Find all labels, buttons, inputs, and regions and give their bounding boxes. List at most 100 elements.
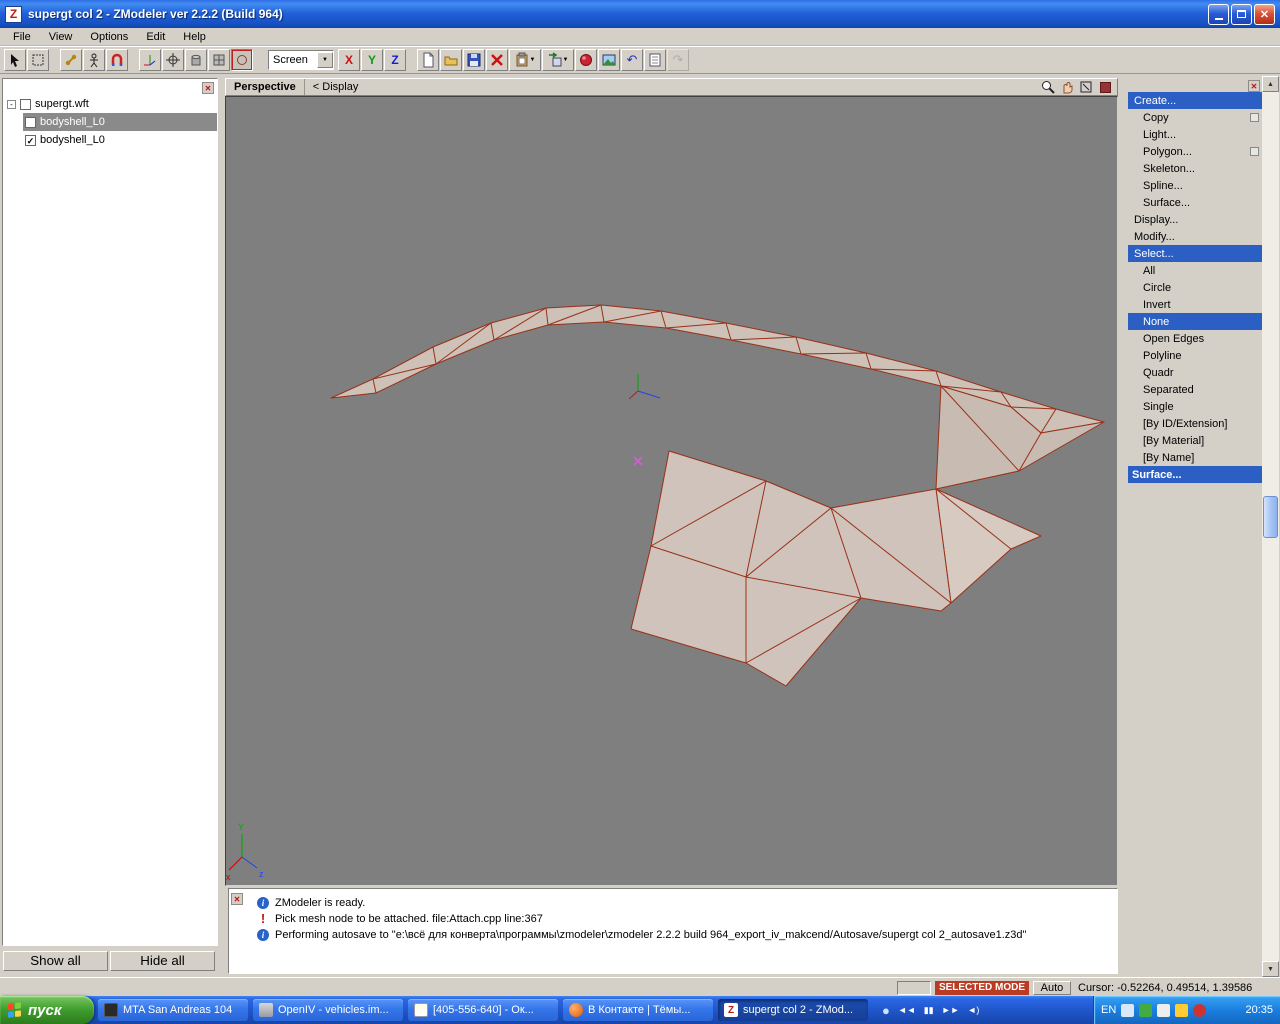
command-copy[interactable]: Copy [1128,109,1262,126]
magnet-tool[interactable] [106,49,128,71]
taskbar-item-в-контакте-т-мы[interactable]: В Контакте | Тёмы... [563,999,713,1021]
show-all-button[interactable]: Show all [3,951,108,971]
viewport-canvas[interactable]: Y x z [226,97,1119,887]
command-circle[interactable]: Circle [1128,279,1262,296]
command-checkbox[interactable] [1250,113,1259,122]
command-by-material[interactable]: [By Material] [1128,432,1262,449]
auto-button[interactable]: Auto [1033,981,1071,995]
scroll-thumb[interactable] [1263,496,1278,538]
axis-x-toggle[interactable]: X [338,49,360,71]
paste-dropdown-button[interactable]: ▼ [509,49,541,71]
active-viewport-icon[interactable] [1097,79,1113,95]
select-arrow-tool[interactable] [4,49,26,71]
update-icon[interactable] [1175,1004,1188,1017]
command-surface[interactable]: Surface... [1128,466,1262,483]
screen-mode-select[interactable]: Screen ▼ [268,50,334,70]
tree-item-checkbox[interactable] [25,117,36,128]
menu-options[interactable]: Options [81,30,137,44]
tree-root-checkbox[interactable] [20,99,31,110]
command-create[interactable]: Create... [1128,92,1262,109]
viewport-display-menu[interactable]: < Display [305,81,359,93]
command-checkbox[interactable] [1250,147,1259,156]
open-file-button[interactable] [440,49,462,71]
maximize-button[interactable] [1231,4,1252,25]
viewport-tab-perspective[interactable]: Perspective [226,79,305,95]
media-player-icon[interactable]: ● [882,1003,890,1018]
menu-view[interactable]: View [40,30,82,44]
zoom-icon[interactable] [1040,79,1056,95]
command-quadr[interactable]: Quadr [1128,364,1262,381]
command-modify[interactable]: Modify... [1128,228,1262,245]
scroll-up-icon[interactable]: ▲ [1262,76,1279,92]
scroll-down-icon[interactable]: ▼ [1262,961,1279,977]
command-panel-close-icon[interactable]: ✕ [1248,80,1260,92]
start-button[interactable]: пуск [0,996,94,1024]
close-button[interactable]: ✕ [1254,4,1275,25]
command-surface[interactable]: Surface... [1128,194,1262,211]
command-single[interactable]: Single [1128,398,1262,415]
rockstar-icon[interactable] [1193,1004,1206,1017]
axis-z-toggle[interactable]: Z [384,49,406,71]
command-display[interactable]: Display... [1128,211,1262,228]
menu-help[interactable]: Help [174,30,215,44]
undo-button[interactable]: ↶ [621,49,643,71]
taskbar-item-openiv-vehicles-im[interactable]: OpenIV - vehicles.im... [253,999,403,1021]
command-polygon[interactable]: Polygon... [1128,143,1262,160]
taskbar-item-mta-san-andreas-104[interactable]: MTA San Andreas 104 [98,999,248,1021]
command-by-id-extension[interactable]: [By ID/Extension] [1128,415,1262,432]
command-open-edges[interactable]: Open Edges [1128,330,1262,347]
screenshot-button[interactable] [598,49,620,71]
combo-dropdown-icon[interactable]: ▼ [317,52,333,68]
command-polyline[interactable]: Polyline [1128,347,1262,364]
right-scrollbar[interactable]: ▲ ▼ [1262,76,1279,977]
minimize-button[interactable] [1208,4,1229,25]
log-close-icon[interactable]: ✕ [231,893,243,905]
render-button[interactable] [575,49,597,71]
volume-icon[interactable] [1121,1004,1134,1017]
tree-item-checkbox[interactable]: ✓ [25,135,36,146]
command-spline[interactable]: Spline... [1128,177,1262,194]
skeleton-tool[interactable] [83,49,105,71]
tree-item-bodyshell-l0[interactable]: ✓bodyshell_L0 [23,131,217,149]
delete-button[interactable] [486,49,508,71]
mesh-wireframe[interactable] [331,305,1104,686]
prev-track-button[interactable]: ◄◄ [898,1005,916,1015]
command-select[interactable]: Select... [1128,245,1262,262]
command-skeleton[interactable]: Skeleton... [1128,160,1262,177]
axis-y-toggle[interactable]: Y [361,49,383,71]
command-none[interactable]: None [1128,313,1262,330]
maximize-viewport-icon[interactable] [1078,79,1094,95]
hide-all-button[interactable]: Hide all [110,951,215,971]
surface-toggle-icon[interactable] [231,49,253,71]
volume-icon[interactable]: ◄) [967,1005,979,1015]
axes-mode-tool[interactable] [139,49,161,71]
pivot-tool[interactable] [162,49,184,71]
command-light[interactable]: Light... [1128,126,1262,143]
language-indicator[interactable]: EN [1101,1004,1116,1016]
command-all[interactable]: All [1128,262,1262,279]
command-invert[interactable]: Invert [1128,296,1262,313]
taskbar-item-supergt-col-2-zmod[interactable]: Zsupergt col 2 - ZMod... [718,999,868,1021]
antivirus-icon[interactable] [1139,1004,1152,1017]
taskbar-item-405-556-640-ок[interactable]: [405-556-640] - Ок... [408,999,558,1021]
save-file-button[interactable] [463,49,485,71]
import-dropdown-button[interactable]: ▼ [542,49,574,71]
new-file-button[interactable] [417,49,439,71]
scene-tree-close-icon[interactable]: ✕ [202,82,214,94]
command-separated[interactable]: Separated [1128,381,1262,398]
next-track-button[interactable]: ►► [942,1005,960,1015]
perspective-viewport[interactable]: Y x z [225,96,1118,886]
bones-tool[interactable] [60,49,82,71]
pan-hand-icon[interactable] [1059,79,1075,95]
mesh-primitive-icon[interactable] [208,49,230,71]
tree-item-root[interactable]: - supergt.wft [3,95,217,113]
menu-edit[interactable]: Edit [137,30,174,44]
messenger-icon[interactable] [1157,1004,1170,1017]
tree-item-bodyshell-l0[interactable]: bodyshell_L0 [23,113,217,131]
select-region-tool[interactable] [27,49,49,71]
tree-expander-icon[interactable]: - [7,100,16,109]
cylinder-primitive-icon[interactable] [185,49,207,71]
command-by-name[interactable]: [By Name] [1128,449,1262,466]
menu-file[interactable]: File [4,30,40,44]
redo-button[interactable]: ↷ [667,49,689,71]
